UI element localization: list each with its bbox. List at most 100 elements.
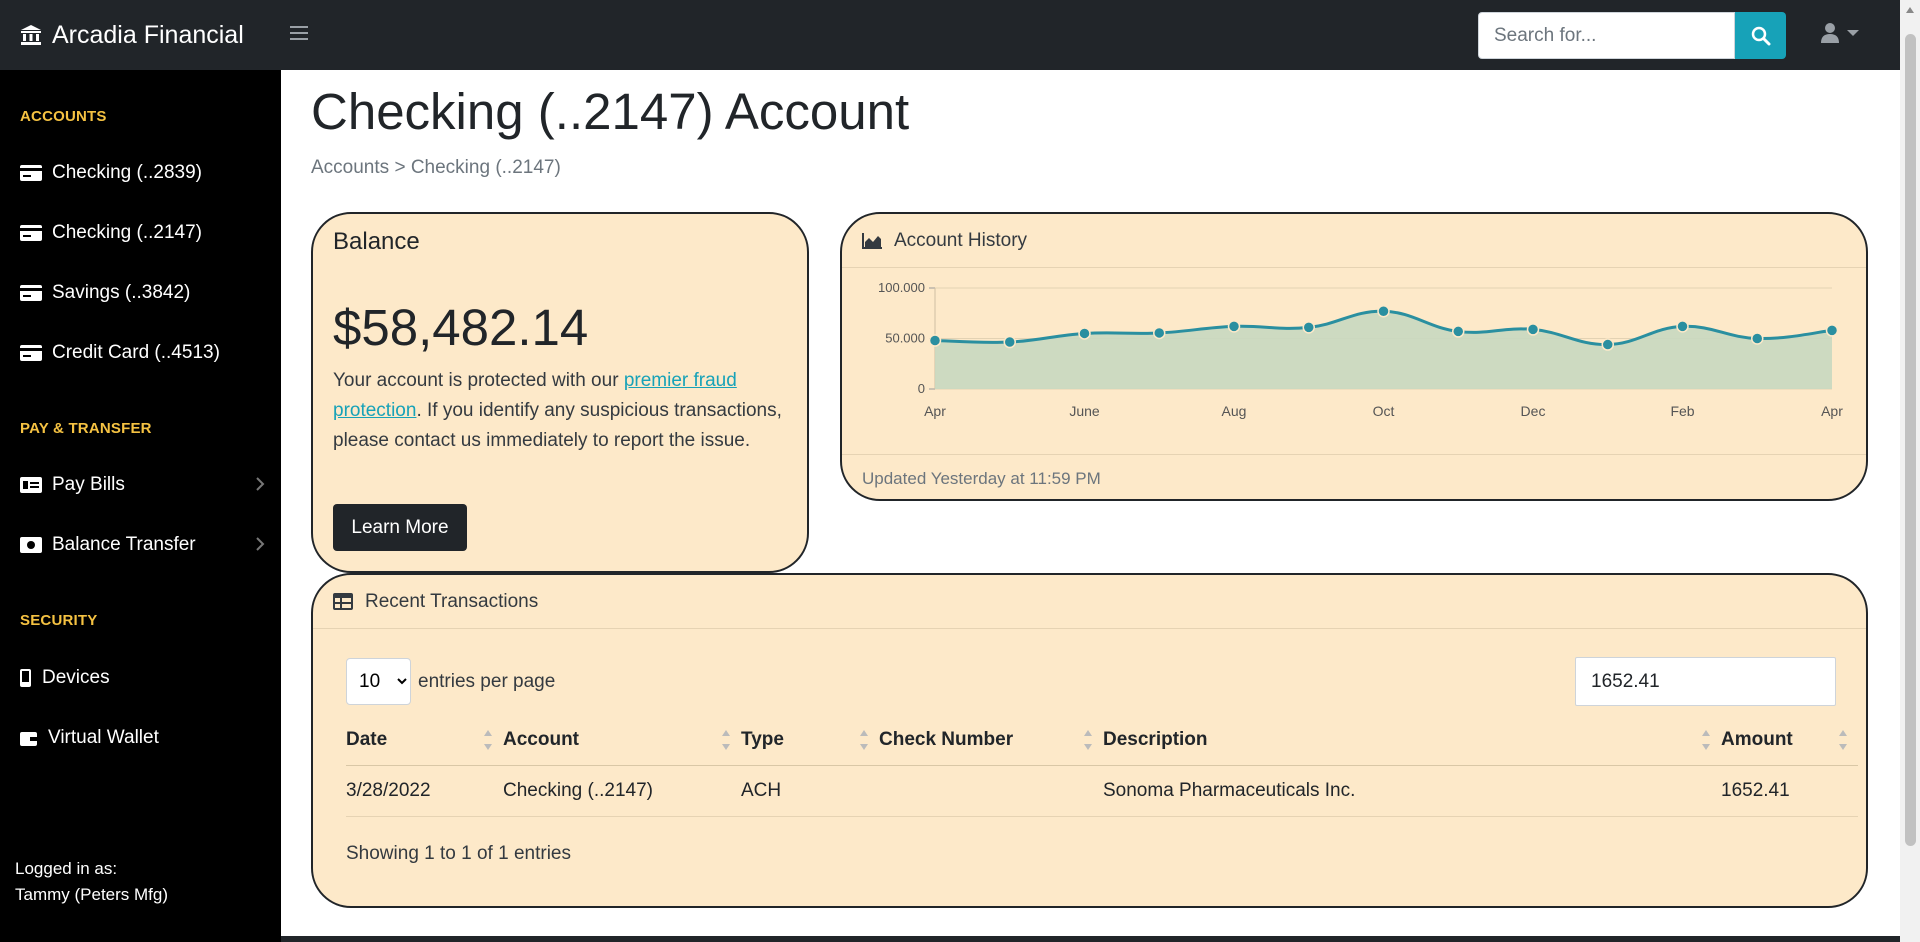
chart-data-point: [1153, 326, 1166, 340]
sidebar: ACCOUNTS Checking (..2839) Checking (..2…: [0, 70, 281, 942]
table-row[interactable]: 3/28/2022 Checking (..2147) ACH Sonoma P…: [346, 765, 1858, 817]
scrollbar-thumb[interactable]: [1905, 34, 1916, 846]
brand-name: Arcadia Financial: [52, 20, 244, 49]
chart-data-point: [1676, 320, 1689, 333]
cell-description: Sonoma Pharmaceuticals Inc.: [1103, 765, 1721, 817]
balance-card: Balance $58,482.14 Your account is prote…: [311, 212, 809, 573]
chart-data-point: [1078, 327, 1091, 340]
sidebar-item-label: Checking (..2839): [52, 162, 202, 183]
sort-icon: [1084, 730, 1092, 750]
chart-area-fill: [935, 311, 1832, 389]
search-bar: [1478, 12, 1786, 59]
page-title: Checking (..2147) Account: [311, 83, 910, 140]
wallet-icon: [20, 732, 37, 746]
history-updated-text: Updated Yesterday at 11:59 PM: [842, 454, 1866, 499]
search-icon: [1751, 26, 1770, 45]
sidebar-item-devices[interactable]: Devices: [20, 658, 265, 698]
account-history-chart-svg: 0 50.000 100.000 Apr June Aug Oct Dec Feb Apr: [878, 280, 1843, 419]
search-button[interactable]: [1735, 12, 1786, 59]
cell-check-number: [879, 765, 1103, 817]
page-scrollbar[interactable]: [1900, 0, 1920, 942]
logged-in-info: Logged in as: Tammy (Peters Mfg): [15, 856, 168, 908]
cell-type: ACH: [741, 765, 879, 817]
cell-date: 3/28/2022: [346, 765, 503, 817]
menu-toggle-button[interactable]: [290, 25, 310, 45]
column-header-amount[interactable]: Amount: [1721, 715, 1858, 766]
user-menu-dropdown[interactable]: [1820, 22, 1860, 44]
sort-icon: [484, 730, 492, 750]
brand[interactable]: Arcadia Financial: [20, 0, 244, 70]
sidebar-item-credit-card-4513[interactable]: Credit Card (..4513): [20, 333, 265, 373]
recent-transactions-header: Recent Transactions: [313, 575, 1866, 629]
sort-icon: [722, 730, 730, 750]
account-history-card: Account History 0 50.000 100.000 Apr June Aug…: [840, 212, 1868, 501]
chart-data-point: [1825, 324, 1839, 337]
chart-y-tick-label: 100.000: [878, 280, 925, 295]
logged-in-label: Logged in as:: [15, 859, 118, 878]
account-history-title: Account History: [894, 229, 1028, 251]
table-icon: [333, 593, 353, 610]
top-navbar: Arcadia Financial: [0, 0, 1920, 70]
chart-data-point: [1302, 321, 1315, 334]
mobile-icon: [20, 669, 31, 687]
sidebar-item-label: Pay Bills: [52, 474, 125, 495]
chart-data-point: [1526, 323, 1540, 336]
chart-x-tick-label: Dec: [1521, 403, 1546, 419]
sidebar-heading-pay-transfer: PAY & TRANSFER: [20, 420, 152, 437]
transactions-table: Date Account Type Check Number Descripti…: [346, 715, 1858, 817]
sidebar-item-label: Balance Transfer: [52, 534, 196, 555]
column-header-check-number[interactable]: Check Number: [879, 715, 1103, 766]
page-size-select[interactable]: 10: [346, 658, 411, 705]
sidebar-item-checking-2147[interactable]: Checking (..2147): [20, 213, 265, 253]
column-header-label: Date: [346, 728, 388, 750]
cell-account: Checking (..2147): [503, 765, 741, 817]
user-icon: [1821, 23, 1839, 43]
column-header-account[interactable]: Account: [503, 715, 741, 766]
chart-data-point: [1003, 335, 1016, 349]
chevron-right-icon: [256, 477, 265, 491]
column-header-description[interactable]: Description: [1103, 715, 1721, 766]
sidebar-item-balance-transfer[interactable]: Balance Transfer: [20, 525, 265, 565]
entries-per-page: 10 entries per page: [346, 658, 555, 705]
showing-entries-info: Showing 1 to 1 of 1 entries: [346, 843, 571, 864]
sidebar-item-checking-2839[interactable]: Checking (..2839): [20, 153, 265, 193]
sidebar-item-label: Credit Card (..4513): [52, 342, 220, 363]
bill-icon: [20, 477, 42, 493]
search-input[interactable]: [1478, 12, 1735, 59]
area-chart-icon: [862, 232, 882, 249]
entries-label: entries per page: [418, 670, 556, 692]
balance-title: Balance: [333, 228, 420, 255]
sidebar-item-pay-bills[interactable]: Pay Bills: [20, 465, 265, 505]
sort-icon: [1702, 730, 1710, 750]
table-header-row: Date Account Type Check Number Descripti…: [346, 715, 1858, 766]
sidebar-item-label: Savings (..3842): [52, 282, 191, 303]
chart-data-point: [1452, 325, 1465, 338]
chart-x-tick-label: Apr: [924, 403, 946, 419]
learn-more-button[interactable]: Learn More: [333, 504, 467, 551]
chart-x-tick-label: Apr: [1821, 403, 1843, 419]
column-header-date[interactable]: Date: [346, 715, 503, 766]
scroll-up-arrow-icon[interactable]: [1905, 6, 1915, 14]
account-history-header: Account History: [842, 214, 1866, 268]
balance-description: Your account is protected with our premi…: [333, 366, 793, 456]
balance-text-before: Your account is protected with our: [333, 370, 624, 391]
money-icon: [20, 537, 42, 553]
recent-transactions-card: Recent Transactions 10 entries per page …: [311, 573, 1868, 908]
chart-data-point: [928, 334, 942, 347]
caret-down-icon: [1847, 30, 1859, 36]
sidebar-item-savings-3842[interactable]: Savings (..3842): [20, 273, 265, 313]
column-header-label: Amount: [1721, 728, 1793, 750]
breadcrumb-accounts-link[interactable]: Accounts: [311, 157, 389, 178]
column-header-label: Type: [741, 728, 784, 750]
cell-amount: 1652.41: [1721, 765, 1858, 817]
sort-icon: [860, 730, 868, 750]
sidebar-item-label: Devices: [42, 667, 110, 688]
column-header-label: Account: [503, 728, 579, 750]
sidebar-item-virtual-wallet[interactable]: Virtual Wallet: [20, 718, 265, 758]
credit-card-icon: [20, 285, 42, 301]
column-header-type[interactable]: Type: [741, 715, 879, 766]
credit-card-icon: [20, 165, 42, 181]
table-filter-input[interactable]: [1575, 657, 1836, 706]
chart-data-point: [1227, 320, 1241, 333]
credit-card-icon: [20, 345, 42, 361]
